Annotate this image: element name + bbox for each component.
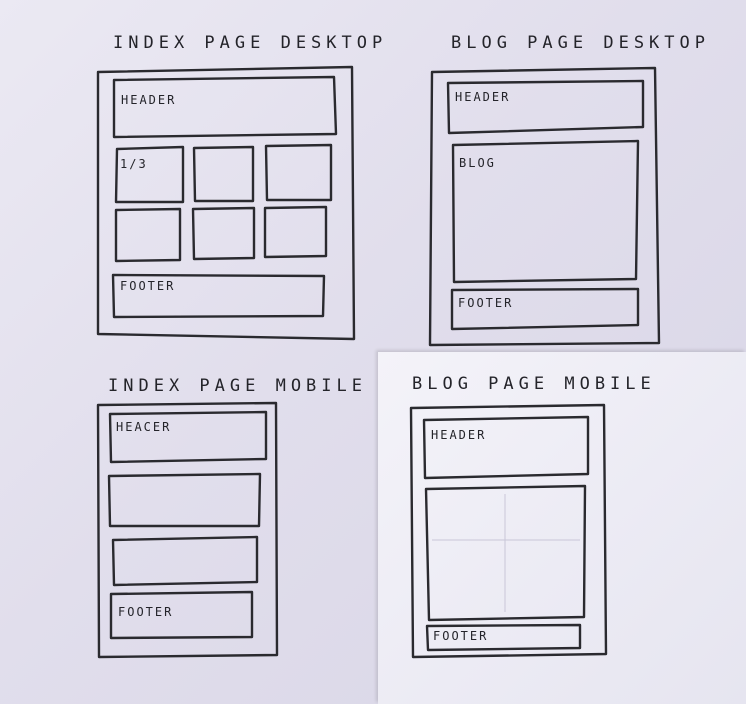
index-mobile-block-2 [111,535,259,587]
index-desktop-wireframe [96,65,356,341]
index-desktop-cell-5 [191,206,256,261]
index-mobile-header-label: HEACER [116,420,172,434]
index-desktop-header-label: HEADER [121,93,177,107]
index-desktop-cell-6 [263,205,328,259]
blog-desktop-blog-label: BLOG [459,156,496,170]
index-desktop-header-box [112,75,338,139]
blog-desktop-header-box [446,79,645,135]
index-mobile-title: INDEX PAGE MOBILE [108,376,367,396]
blog-desktop-title: BLOG PAGE DESKTOP [451,33,710,53]
blog-mobile-title: BLOG PAGE MOBILE [412,374,656,394]
index-desktop-cell-4 [114,207,182,263]
index-desktop-title: INDEX PAGE DESKTOP [113,33,388,53]
wireframe-sketches [96,65,661,659]
index-mobile-block-1 [107,472,262,528]
blog-desktop-header-label: HEADER [455,90,511,104]
index-desktop-cell-label: 1/3 [120,157,148,171]
blog-mobile-footer-label: FOOTER [433,629,489,643]
index-desktop-cell-2 [192,145,255,203]
blog-mobile-wireframe [409,403,608,659]
blog-mobile-header-label: HEADER [431,428,487,442]
index-mobile-footer-label: FOOTER [118,605,174,619]
blog-desktop-footer-label: FOOTER [458,296,514,310]
index-desktop-cell-3 [264,143,333,202]
blog-mobile-header-box [422,415,590,480]
index-desktop-footer-label: FOOTER [120,279,176,293]
index-desktop-cell-1 [114,145,185,204]
